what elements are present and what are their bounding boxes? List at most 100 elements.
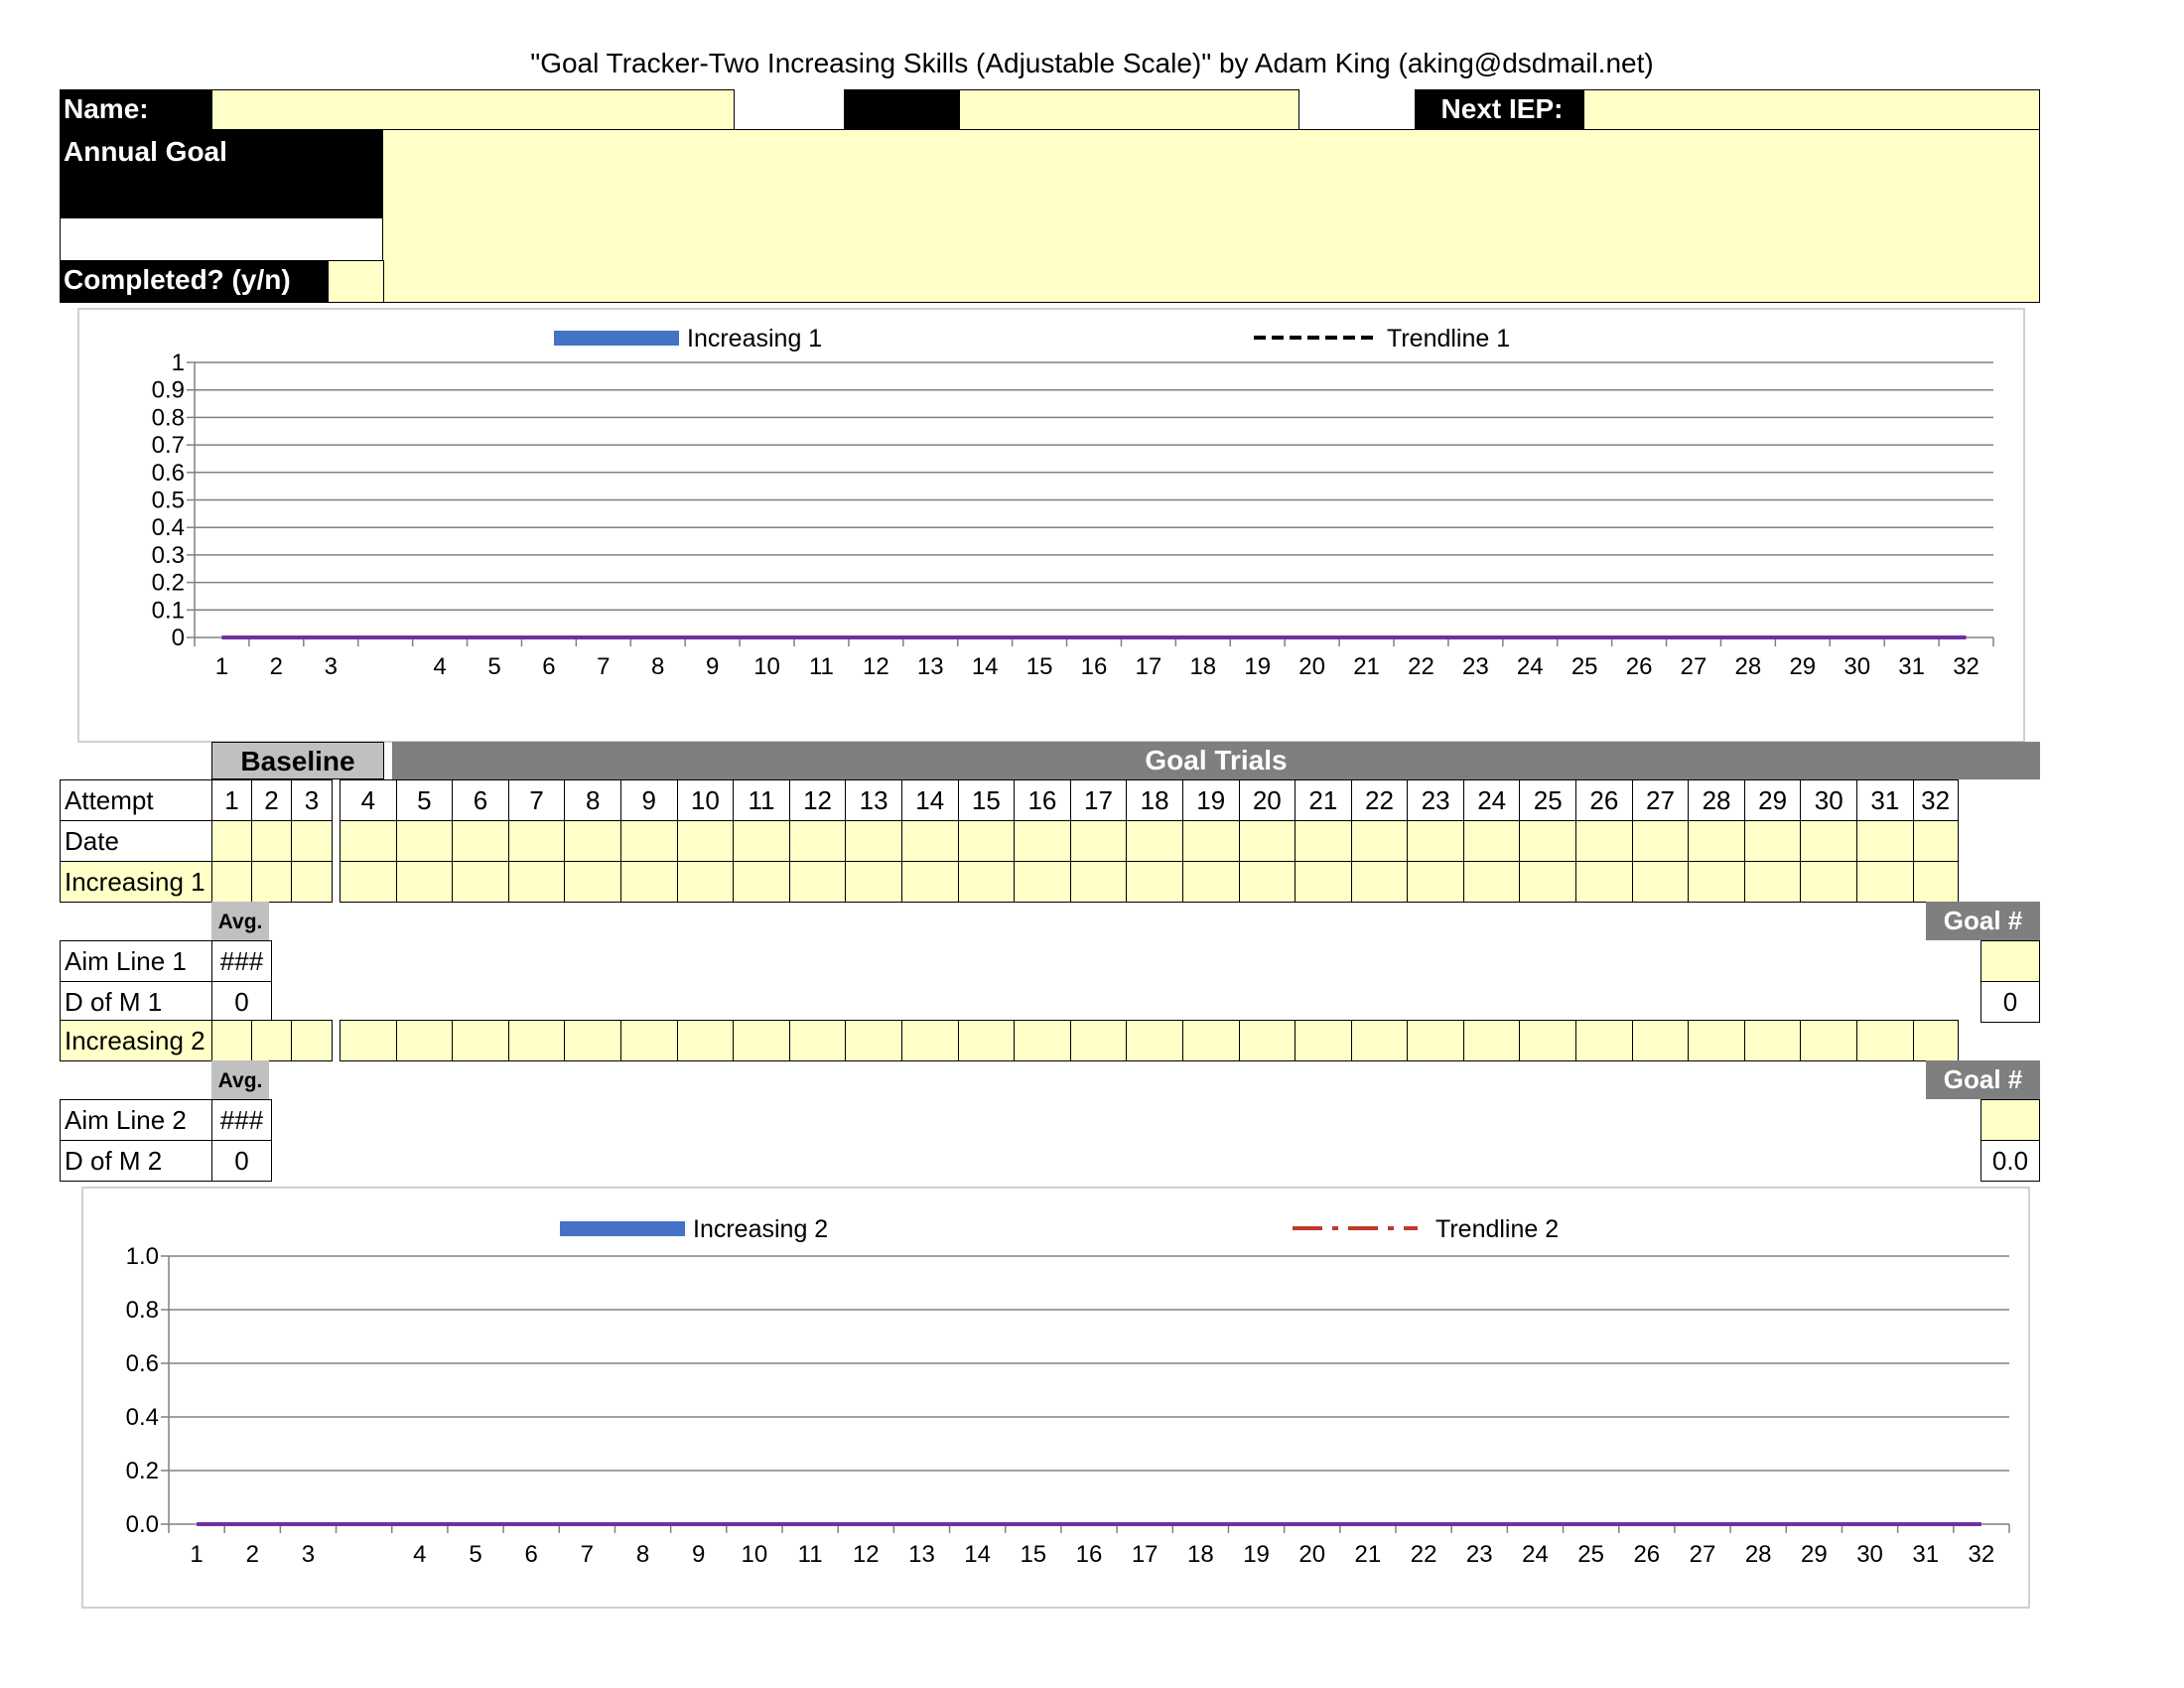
date-cell[interactable] [1126, 820, 1183, 862]
date-cell[interactable] [340, 820, 397, 862]
date-cell[interactable] [1462, 820, 1521, 862]
increasing-2-cell[interactable] [1912, 1020, 1959, 1061]
increasing-1-cell[interactable] [900, 861, 959, 903]
increasing-2-cell[interactable] [1350, 1020, 1409, 1061]
increasing-2-cell[interactable] [1295, 1020, 1352, 1061]
increasing-2-cell[interactable] [676, 1020, 735, 1061]
date-cell[interactable] [788, 820, 847, 862]
increasing-1-cell[interactable] [507, 861, 566, 903]
date-cell[interactable] [1743, 820, 1802, 862]
increasing-2-cell[interactable] [452, 1020, 509, 1061]
date-cell[interactable] [1688, 820, 1745, 862]
date-cell[interactable] [1181, 820, 1240, 862]
increasing-1-cell[interactable] [1743, 861, 1802, 903]
increasing-1-cell[interactable] [251, 861, 292, 903]
increasing-2-cell[interactable] [291, 1020, 333, 1061]
annual-goal-field[interactable] [382, 129, 2040, 303]
date-cell[interactable] [1631, 820, 1690, 862]
increasing-2-cell[interactable] [1407, 1020, 1464, 1061]
increasing-2-cell[interactable] [1688, 1020, 1745, 1061]
date-cell[interactable] [733, 820, 790, 862]
increasing-1-cell[interactable] [564, 861, 621, 903]
date-cell[interactable] [395, 820, 454, 862]
increasing-1-cell[interactable] [845, 861, 902, 903]
increasing-1-cell[interactable] [619, 861, 678, 903]
increasing-2-cell[interactable] [788, 1020, 847, 1061]
date-cell[interactable] [1800, 820, 1858, 862]
date-cell[interactable] [1407, 820, 1464, 862]
increasing-1-cell[interactable] [1631, 861, 1690, 903]
increasing-1-cell[interactable] [1407, 861, 1464, 903]
increasing-2-cell[interactable] [507, 1020, 566, 1061]
increasing-2-cell[interactable] [1743, 1020, 1802, 1061]
date-cell[interactable] [291, 820, 333, 862]
increasing-2-cell[interactable] [1014, 1020, 1071, 1061]
date-cell[interactable] [1295, 820, 1352, 862]
increasing-1-cell[interactable] [1800, 861, 1858, 903]
goal-2-field[interactable] [1980, 1099, 2040, 1141]
increasing-2-cell[interactable] [1631, 1020, 1690, 1061]
unlabeled-header-field[interactable] [959, 89, 1299, 131]
date-cell[interactable] [1912, 820, 1959, 862]
date-cell[interactable] [507, 820, 566, 862]
completed-field[interactable] [328, 260, 384, 303]
date-cell[interactable] [251, 820, 292, 862]
increasing-1-cell[interactable] [395, 861, 454, 903]
date-cell[interactable] [1014, 820, 1071, 862]
increasing-2-cell[interactable] [1126, 1020, 1183, 1061]
increasing-1-cell[interactable] [1126, 861, 1183, 903]
increasing-2-cell[interactable] [957, 1020, 1016, 1061]
increasing-2-cell[interactable] [395, 1020, 454, 1061]
date-cell[interactable] [676, 820, 735, 862]
date-cell[interactable] [619, 820, 678, 862]
date-cell[interactable] [211, 820, 252, 862]
increasing-2-cell[interactable] [1800, 1020, 1858, 1061]
date-cell[interactable] [900, 820, 959, 862]
increasing-1-cell[interactable] [788, 861, 847, 903]
date-cell[interactable] [1856, 820, 1914, 862]
increasing-2-cell[interactable] [1181, 1020, 1240, 1061]
date-cell[interactable] [1519, 820, 1577, 862]
increasing-1-cell[interactable] [1519, 861, 1577, 903]
date-cell[interactable] [452, 820, 509, 862]
increasing-2-cell[interactable] [900, 1020, 959, 1061]
increasing-2-cell[interactable] [251, 1020, 292, 1061]
increasing-1-cell[interactable] [1295, 861, 1352, 903]
increasing-2-cell[interactable] [1519, 1020, 1577, 1061]
increasing-1-cell[interactable] [733, 861, 790, 903]
increasing-1-cell[interactable] [211, 861, 252, 903]
increasing-2-cell[interactable] [1856, 1020, 1914, 1061]
increasing-1-cell[interactable] [1462, 861, 1521, 903]
date-cell[interactable] [1069, 820, 1128, 862]
increasing-2-cell[interactable] [619, 1020, 678, 1061]
increasing-2-cell[interactable] [1069, 1020, 1128, 1061]
increasing-2-cell[interactable] [733, 1020, 790, 1061]
increasing-1-cell[interactable] [1856, 861, 1914, 903]
increasing-2-cell[interactable] [1238, 1020, 1297, 1061]
increasing-1-cell[interactable] [1069, 861, 1128, 903]
date-cell[interactable] [845, 820, 902, 862]
name-field[interactable] [211, 89, 735, 131]
increasing-1-cell[interactable] [1014, 861, 1071, 903]
date-cell[interactable] [1350, 820, 1409, 862]
date-cell[interactable] [1575, 820, 1633, 862]
increasing-1-cell[interactable] [452, 861, 509, 903]
goal-1-field[interactable] [1980, 940, 2040, 982]
date-cell[interactable] [1238, 820, 1297, 862]
increasing-1-cell[interactable] [1350, 861, 1409, 903]
increasing-1-cell[interactable] [676, 861, 735, 903]
increasing-1-cell[interactable] [340, 861, 397, 903]
increasing-1-cell[interactable] [1688, 861, 1745, 903]
next-iep-field[interactable] [1583, 89, 2040, 131]
increasing-2-cell[interactable] [1462, 1020, 1521, 1061]
increasing-2-cell[interactable] [845, 1020, 902, 1061]
increasing-1-cell[interactable] [291, 861, 333, 903]
date-cell[interactable] [957, 820, 1016, 862]
increasing-1-cell[interactable] [1181, 861, 1240, 903]
increasing-2-cell[interactable] [211, 1020, 252, 1061]
date-cell[interactable] [564, 820, 621, 862]
increasing-1-cell[interactable] [1575, 861, 1633, 903]
increasing-1-cell[interactable] [957, 861, 1016, 903]
increasing-1-cell[interactable] [1912, 861, 1959, 903]
increasing-2-cell[interactable] [564, 1020, 621, 1061]
